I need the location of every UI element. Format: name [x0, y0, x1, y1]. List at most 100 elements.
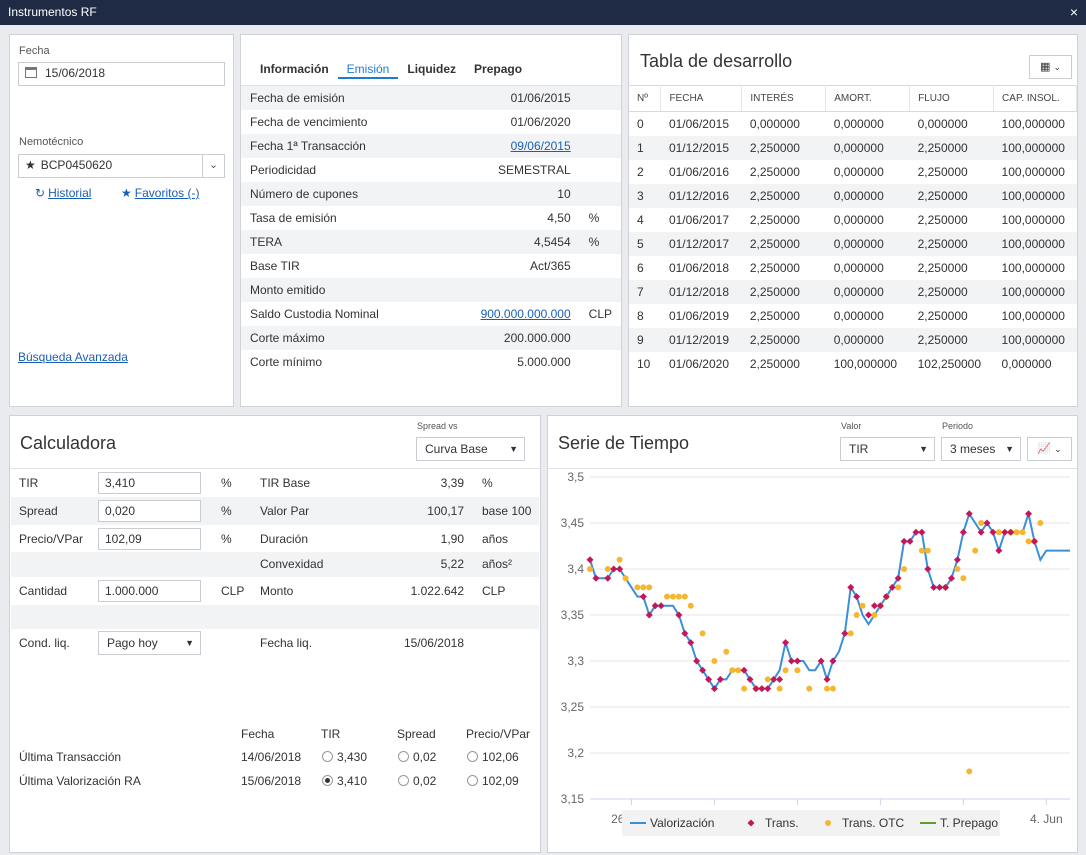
- valorpar-value: 100,17: [427, 504, 464, 518]
- table-cell: 2,250000: [917, 164, 968, 179]
- otc-point: [895, 584, 902, 591]
- condliq-select[interactable]: Pago hoy ▼: [98, 631, 201, 655]
- hist-row-spread-option[interactable]: 0,02: [398, 769, 436, 793]
- table-cell: 2,250000: [749, 284, 800, 299]
- otc-point: [1025, 538, 1032, 545]
- otc-point: [675, 593, 682, 600]
- periodo-value: 3 meses: [950, 442, 996, 456]
- valor-label: Valor: [841, 421, 862, 431]
- info-value: 4,5454: [533, 235, 571, 249]
- duracion-unit: años: [482, 532, 509, 546]
- y-tick-label: 3,15: [561, 792, 585, 806]
- info-value: 10: [557, 187, 571, 201]
- calendar-icon[interactable]: [25, 67, 37, 78]
- info-value: 4,50: [547, 211, 571, 225]
- desarrollo-panel: Tabla de desarrollo ▦ ⌄ Nº FECHA INTERÉS AM…: [628, 34, 1078, 407]
- column-header[interactable]: AMORT.: [825, 85, 911, 112]
- table-view-button[interactable]: ▦ ⌄: [1029, 55, 1072, 79]
- hist-row-spread-option[interactable]: 0,02: [398, 745, 436, 769]
- nemo-select[interactable]: ★ BCP0450620 ⌄: [18, 154, 225, 178]
- periodo-select[interactable]: 3 meses ▼: [941, 437, 1021, 461]
- trans-point: [953, 556, 961, 564]
- favoritos-link[interactable]: ★ Favoritos (-): [121, 186, 199, 200]
- trans-point: [776, 675, 784, 683]
- chevron-down-icon[interactable]: ⌄: [202, 155, 224, 177]
- cantidad-input[interactable]: 1.000.000: [98, 580, 201, 602]
- radio-icon[interactable]: [398, 775, 409, 786]
- tab-prepago[interactable]: Prepago: [465, 59, 531, 79]
- info-label: Corte mínimo: [250, 355, 323, 369]
- legend-label[interactable]: Valorización: [650, 816, 714, 830]
- column-header[interactable]: Nº: [629, 85, 662, 112]
- periodo-label: Periodo: [942, 421, 974, 431]
- radio-icon[interactable]: [398, 751, 409, 762]
- otc-point: [711, 658, 718, 664]
- trans-point: [823, 675, 831, 683]
- spread-label: Spread: [19, 504, 58, 518]
- tab-liquidez[interactable]: Liquidez: [398, 59, 465, 79]
- otc-point: [723, 648, 730, 655]
- legend-label[interactable]: T. Prepago: [940, 816, 998, 830]
- info-row: Corte mínimo 5.000.000: [241, 350, 621, 374]
- hist-row-tir-option[interactable]: 3,430: [322, 745, 367, 769]
- spread-vs-select[interactable]: Curva Base ▼: [416, 437, 525, 461]
- hist-row-label: Última Valorización RA: [19, 774, 141, 788]
- otc-point: [871, 612, 878, 618]
- fecha-input[interactable]: 15/06/2018: [18, 62, 225, 86]
- star-icon[interactable]: ★: [25, 158, 36, 172]
- otc-point: [782, 667, 789, 674]
- radio-selected-icon[interactable]: [322, 775, 333, 786]
- y-tick-label: 3,3: [567, 654, 584, 668]
- table-cell: 100,000000: [833, 356, 898, 371]
- radio-icon[interactable]: [467, 775, 478, 786]
- valor-select[interactable]: TIR ▼: [840, 437, 935, 461]
- table-cell: 100,000000: [1001, 236, 1065, 251]
- column-header[interactable]: CAP. INSOL.: [993, 85, 1077, 112]
- info-row: Base TIR Act/365: [241, 254, 621, 278]
- info-value: 01/06/2015: [510, 91, 571, 105]
- tab-informacion[interactable]: Información: [251, 59, 338, 79]
- info-value[interactable]: 09/06/2015: [436, 134, 580, 158]
- info-value[interactable]: 900.000.000.000: [436, 302, 580, 326]
- table-cell: 01/12/2015: [668, 140, 729, 155]
- column-header[interactable]: FECHA: [660, 85, 743, 112]
- table-cell: 5: [637, 236, 644, 251]
- tir-input[interactable]: 3,410: [98, 472, 201, 494]
- spread-input[interactable]: 0,020: [98, 500, 201, 522]
- condliq-label: Cond. liq.: [19, 636, 70, 650]
- otc-point: [972, 547, 979, 554]
- info-label: Base TIR: [250, 259, 300, 273]
- table-cell: 01/06/2019: [668, 308, 729, 323]
- table-cell: 4: [637, 212, 644, 227]
- legend-label[interactable]: Trans.: [765, 816, 799, 830]
- radio-icon[interactable]: [467, 751, 478, 762]
- column-header[interactable]: FLUJO: [909, 85, 995, 112]
- tab-emision[interactable]: Emisión: [337, 59, 399, 79]
- table-cell: 100,000000: [1001, 116, 1065, 131]
- hist-row-precio-option[interactable]: 102,06: [467, 745, 519, 769]
- otc-point: [924, 547, 931, 554]
- table-cell: 0: [637, 116, 644, 131]
- radio-icon[interactable]: [322, 751, 333, 762]
- historial-link[interactable]: ↻ Historial: [35, 186, 91, 200]
- info-unit: [580, 278, 621, 302]
- close-icon[interactable]: ×: [1070, 0, 1078, 25]
- info-value: 5.000.000: [517, 355, 571, 369]
- column-header[interactable]: INTERÉS: [741, 85, 827, 112]
- tir-label: TIR: [19, 476, 39, 490]
- legend-label[interactable]: Trans. OTC: [842, 816, 905, 830]
- hist-row-precio-option[interactable]: 102,09: [467, 769, 519, 793]
- otc-point: [587, 566, 593, 572]
- calculadora-panel: Calculadora Spread vs Curva Base ▼ TIR 3,…: [9, 415, 541, 853]
- trans-point: [1030, 537, 1038, 545]
- otc-point: [829, 685, 836, 692]
- table-cell: 9: [637, 332, 644, 347]
- chart-type-button[interactable]: 📈 ⌄: [1027, 437, 1072, 461]
- otc-point: [735, 667, 742, 674]
- hist-row-tir-option[interactable]: 3,410: [322, 769, 367, 793]
- hist-header-tir: TIR: [321, 727, 341, 741]
- precio-input[interactable]: 102,09: [98, 528, 201, 550]
- busqueda-avanzada-link[interactable]: Búsqueda Avanzada: [18, 350, 128, 364]
- table-row: 4 01/06/2017 2,250000 0,000000 2,250000 100,0…: [629, 208, 1077, 232]
- table-cell: 2,250000: [749, 308, 800, 323]
